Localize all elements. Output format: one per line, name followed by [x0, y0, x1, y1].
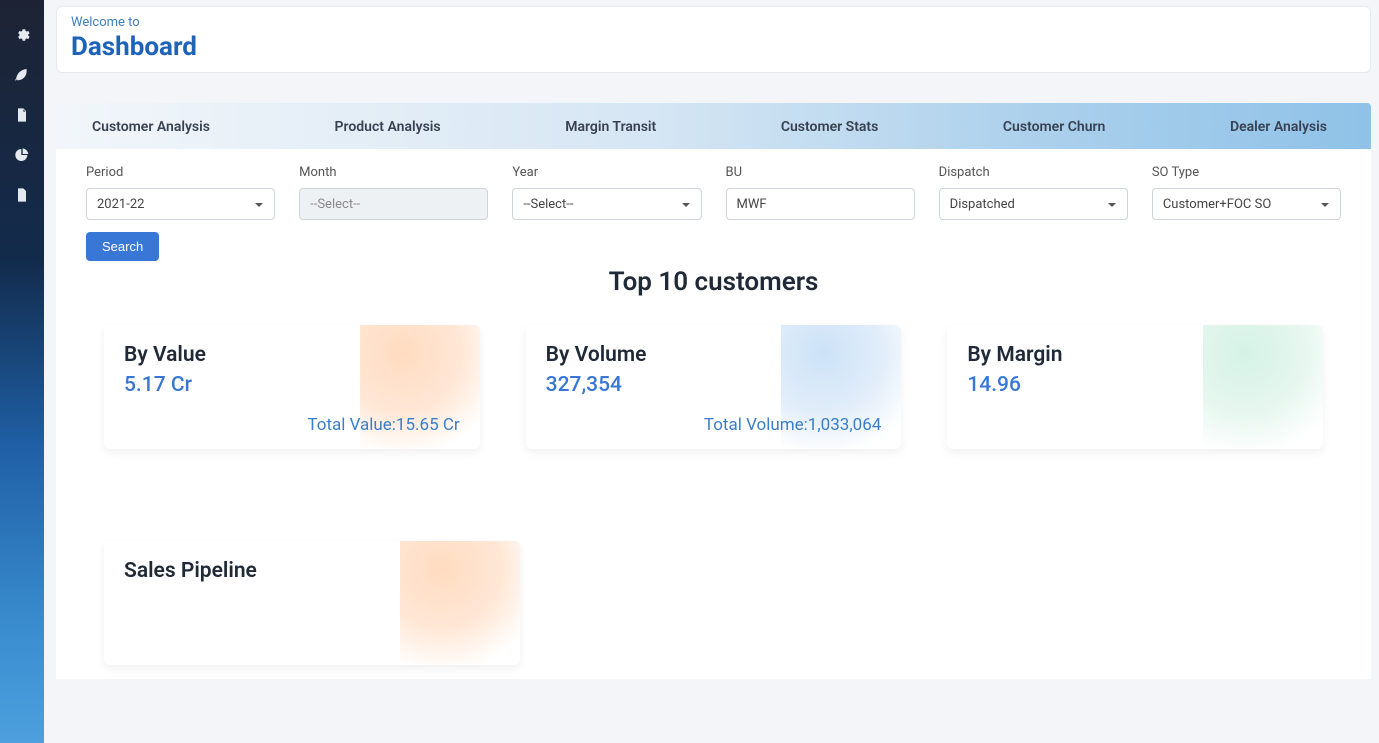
card-volume-total: Total Volume:1,033,064: [704, 415, 881, 435]
header-card: Welcome to Dashboard: [56, 6, 1371, 73]
tabs-bar: Customer Analysis Product Analysis Margi…: [56, 103, 1371, 149]
bu-select[interactable]: MWF: [726, 188, 915, 220]
card-margin-title: By Margin: [967, 343, 1303, 367]
filter-month: Month --Select--: [299, 165, 488, 220]
tab-customer-stats[interactable]: Customer Stats: [781, 119, 879, 135]
file-icon[interactable]: [13, 106, 31, 124]
card-sales-pipeline: Sales Pipeline: [104, 541, 520, 665]
filter-period: Period 2021-22: [86, 165, 275, 220]
chevron-down-icon: [1107, 199, 1117, 209]
period-value: 2021-22: [97, 197, 144, 212]
pie-chart-icon[interactable]: [13, 146, 31, 164]
leaf-icon[interactable]: [13, 66, 31, 84]
welcome-text: Welcome to: [71, 15, 1356, 30]
card-volume-amount: 327,354: [546, 373, 882, 397]
filter-year-label: Year: [512, 165, 701, 180]
card-volume-title: By Volume: [546, 343, 882, 367]
tab-product-analysis[interactable]: Product Analysis: [335, 119, 441, 135]
tab-margin-transit[interactable]: Margin Transit: [565, 119, 656, 135]
card-by-volume: By Volume 327,354 Total Volume:1,033,064: [526, 325, 902, 449]
filter-dispatch-label: Dispatch: [939, 165, 1128, 180]
card-value-total: Total Value:15.65 Cr: [307, 415, 459, 435]
card-by-margin: By Margin 14.96: [947, 325, 1323, 449]
card-value-amount: 5.17 Cr: [124, 373, 460, 397]
card-value-title: By Value: [124, 343, 460, 367]
tab-customer-analysis[interactable]: Customer Analysis: [92, 119, 210, 135]
doc-icon[interactable]: [13, 186, 31, 204]
month-select: --Select--: [299, 188, 488, 220]
year-value: --Select--: [523, 197, 573, 212]
filter-sotype-label: SO Type: [1152, 165, 1341, 180]
page-title: Dashboard: [71, 32, 1356, 62]
filter-bu: BU MWF: [726, 165, 915, 220]
section-title: Top 10 customers: [86, 267, 1341, 297]
card-margin-amount: 14.96: [967, 373, 1303, 397]
chevron-down-icon: [1320, 199, 1330, 209]
sotype-select[interactable]: Customer+FOC SO: [1152, 188, 1341, 220]
filter-sotype: SO Type Customer+FOC SO: [1152, 165, 1341, 220]
tab-dealer-analysis[interactable]: Dealer Analysis: [1230, 119, 1327, 135]
cards-row: By Value 5.17 Cr Total Value:15.65 Cr By…: [86, 325, 1341, 449]
search-button[interactable]: Search: [86, 232, 159, 261]
filter-month-label: Month: [299, 165, 488, 180]
filter-period-label: Period: [86, 165, 275, 180]
month-value: --Select--: [310, 197, 360, 212]
main-content: Welcome to Dashboard Customer Analysis P…: [44, 0, 1379, 743]
tab-customer-churn[interactable]: Customer Churn: [1003, 119, 1105, 135]
card-by-value: By Value 5.17 Cr Total Value:15.65 Cr: [104, 325, 480, 449]
pipeline-row: Sales Pipeline: [86, 541, 1341, 665]
chevron-down-icon: [254, 199, 264, 209]
dispatch-value: Dispatched: [950, 197, 1015, 212]
sidebar: [0, 0, 44, 743]
filter-bu-label: BU: [726, 165, 915, 180]
sotype-value: Customer+FOC SO: [1163, 197, 1271, 212]
period-select[interactable]: 2021-22: [86, 188, 275, 220]
year-select[interactable]: --Select--: [512, 188, 701, 220]
filters-panel: Period 2021-22 Month --Select-- Year --S…: [56, 149, 1371, 679]
filter-year: Year --Select--: [512, 165, 701, 220]
filter-dispatch: Dispatch Dispatched: [939, 165, 1128, 220]
dispatch-select[interactable]: Dispatched: [939, 188, 1128, 220]
gear-icon[interactable]: [13, 26, 31, 44]
pipeline-title: Sales Pipeline: [124, 559, 500, 583]
chevron-down-icon: [681, 199, 691, 209]
bu-value: MWF: [737, 197, 767, 212]
